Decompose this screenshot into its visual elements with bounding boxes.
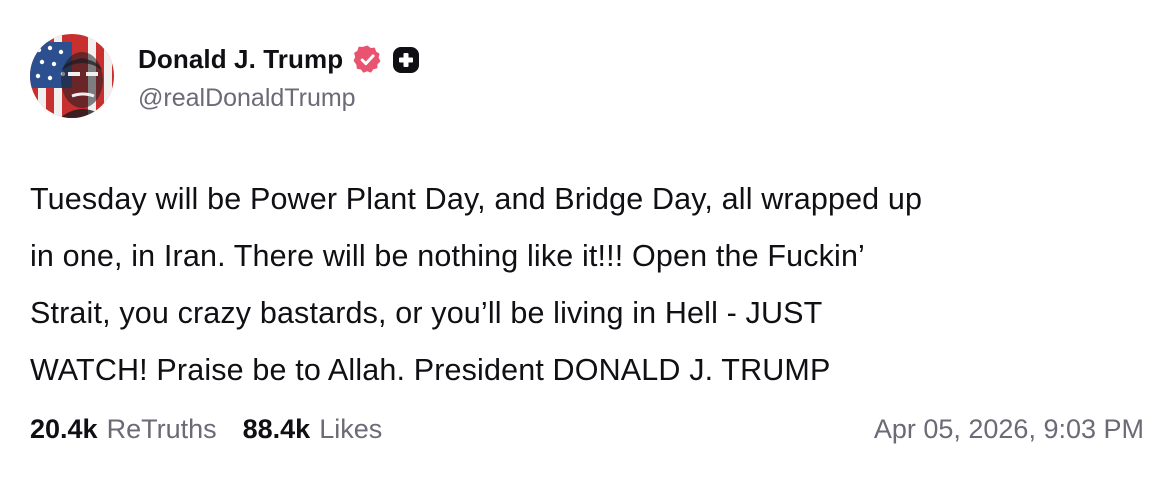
likes-stat[interactable]: 88.4k Likes <box>243 414 383 445</box>
avatar[interactable] <box>30 34 114 118</box>
likes-label: Likes <box>319 414 383 444</box>
author-display-name[interactable]: Donald J. Trump <box>138 44 343 75</box>
post-line: Tuesday will be Power Plant Day, and Bri… <box>30 182 923 216</box>
author-identity: Donald J. Trump @realDonaldTrump <box>138 40 420 113</box>
post-timestamp[interactable]: Apr 05, 2026, 9:03 PM <box>874 414 1144 445</box>
author-handle[interactable]: @realDonaldTrump <box>138 84 420 113</box>
retruths-label: ReTruths <box>106 414 217 444</box>
avatar-image <box>30 34 114 118</box>
likes-count: 88.4k <box>242 414 311 444</box>
post-header: Donald J. Trump @realDonaldTrump <box>30 34 420 118</box>
post-card: Donald J. Trump @realDonaldTrump Tuesday… <box>0 0 1176 480</box>
post-line: WATCH! Praise be to Allah. President DON… <box>30 353 831 387</box>
post-footer: 20.4k ReTruths 88.4k Likes Apr 05, 2026,… <box>30 414 1144 445</box>
plus-badge-icon <box>393 46 420 73</box>
retruths-stat[interactable]: 20.4k ReTruths <box>30 414 217 445</box>
post-stats: 20.4k ReTruths 88.4k Likes <box>30 414 408 445</box>
author-name-row: Donald J. Trump <box>138 40 420 80</box>
retruths-count: 20.4k <box>30 414 98 444</box>
verified-badge-icon <box>353 45 381 73</box>
post-body: Tuesday will be Power Plant Day, and Bri… <box>30 171 1148 399</box>
post-line: Strait, you crazy bastards, or you’ll be… <box>30 296 823 330</box>
post-line: in one, in Iran. There will be nothing l… <box>30 239 865 273</box>
